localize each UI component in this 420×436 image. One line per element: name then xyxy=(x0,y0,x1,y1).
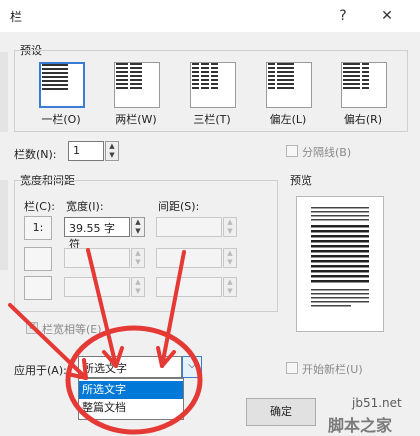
columns-dialog: 栏 ? ✕ 预设 一栏(O) 两栏(W) 三栏(T) 偏左(L) 偏右(R) 栏… xyxy=(0,0,420,436)
red-circle-icon xyxy=(65,325,203,435)
annotation-overlay xyxy=(8,248,203,435)
red-arrows-icon xyxy=(8,248,186,380)
